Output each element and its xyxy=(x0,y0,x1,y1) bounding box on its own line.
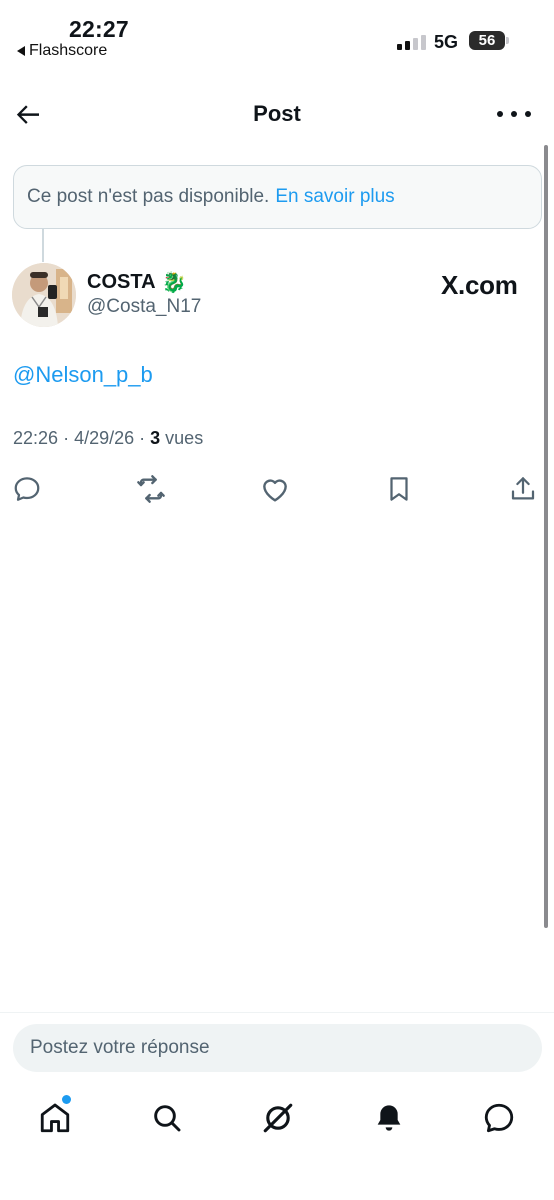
thread-line xyxy=(42,229,44,262)
unavailable-text: Ce post n'est pas disponible. xyxy=(27,186,270,207)
views-count: 3 xyxy=(150,428,161,448)
post-time: 22:26 xyxy=(13,428,59,448)
comment-icon[interactable] xyxy=(10,472,44,506)
learn-more-link[interactable]: En savoir plus xyxy=(275,186,394,208)
dragon-emoji: 🐉 xyxy=(161,272,187,294)
more-horizontal-icon[interactable] xyxy=(497,104,531,124)
back-app-label: Flashscore xyxy=(29,42,108,59)
home-icon[interactable] xyxy=(33,1096,77,1140)
share-icon[interactable] xyxy=(506,472,540,506)
post-actions xyxy=(0,472,554,506)
status-time: 22:27 xyxy=(69,16,129,42)
post-date: 4/29/26 xyxy=(74,428,135,448)
meta-separator: · xyxy=(139,428,151,448)
search-icon[interactable] xyxy=(145,1096,189,1140)
repost-icon[interactable] xyxy=(134,472,168,506)
cellular-signal-icon xyxy=(397,34,426,50)
author-handle[interactable]: @Costa_N17 xyxy=(87,296,201,318)
heart-icon[interactable] xyxy=(258,472,292,506)
source-badge: X.com xyxy=(441,270,518,300)
post-meta: 22:26 · 4/29/26 · 3 vues xyxy=(13,428,203,449)
unavailable-notice: Ce post n'est pas disponible. En savoir … xyxy=(13,165,542,229)
grok-icon[interactable] xyxy=(256,1096,300,1140)
back-to-app-link[interactable]: Flashscore xyxy=(17,42,107,60)
bookmark-icon[interactable] xyxy=(382,472,416,506)
author-name[interactable]: COSTA 🐉 xyxy=(87,270,186,295)
meta-separator: · xyxy=(63,428,75,448)
mention-link[interactable]: @Nelson_p_b xyxy=(13,362,153,388)
author-name-text: COSTA xyxy=(87,271,156,293)
battery-cap xyxy=(506,37,509,44)
network-type: 5G xyxy=(434,32,459,52)
page-title: Post xyxy=(253,101,301,126)
battery-icon: 56 xyxy=(469,31,505,50)
bell-icon[interactable] xyxy=(367,1096,411,1140)
scrollbar[interactable] xyxy=(544,145,548,928)
divider xyxy=(0,1012,554,1013)
reply-input[interactable] xyxy=(13,1024,542,1072)
home-notification-dot xyxy=(62,1095,71,1104)
battery-level: 56 xyxy=(478,32,496,49)
messages-icon[interactable] xyxy=(477,1096,521,1140)
bottom-nav xyxy=(0,1096,554,1140)
avatar[interactable] xyxy=(12,263,76,327)
back-triangle-icon xyxy=(17,46,25,56)
views-label: vues xyxy=(165,428,204,448)
